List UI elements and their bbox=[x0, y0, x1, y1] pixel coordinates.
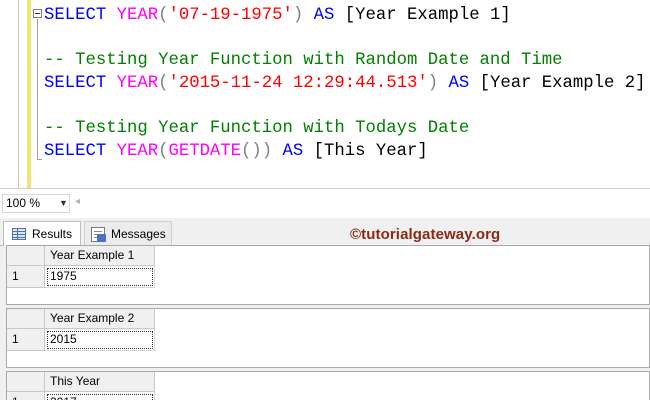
code-token: ()) bbox=[241, 142, 273, 161]
tab-results[interactable]: Results bbox=[3, 221, 81, 246]
result-grid[interactable]: Year Example 1 1 1975 bbox=[6, 245, 650, 305]
row-number-header[interactable] bbox=[7, 246, 45, 266]
code-token: ) bbox=[427, 74, 439, 93]
code-token: AS bbox=[272, 142, 314, 161]
row-number[interactable]: 1 bbox=[7, 392, 45, 400]
code-line-4[interactable]: -- Testing Year Function with Todays Dat… bbox=[44, 118, 469, 140]
code-token: SELECT bbox=[44, 74, 117, 93]
outline-guide bbox=[37, 19, 38, 159]
result-grid[interactable]: This Year 1 2017 bbox=[6, 371, 650, 400]
watermark: ©tutorialgateway.org bbox=[350, 226, 501, 243]
results-pane: Results Messages ©tutorialgateway.org Ye… bbox=[0, 218, 650, 400]
code-token: -- Testing Year Function with Random Dat… bbox=[44, 51, 563, 70]
result-cell[interactable]: 2015 bbox=[45, 329, 155, 351]
zoom-select[interactable]: 100 % ▼ bbox=[2, 194, 70, 213]
results-tabs: Results Messages ©tutorialgateway.org bbox=[0, 218, 650, 246]
editor-gutter bbox=[18, 0, 19, 188]
code-token: YEAR bbox=[116, 6, 159, 25]
code-token: YEAR bbox=[116, 74, 159, 93]
code-token: AS bbox=[438, 74, 480, 93]
row-number-header[interactable] bbox=[7, 372, 45, 392]
column-header[interactable]: Year Example 1 bbox=[45, 246, 155, 266]
code-token: SELECT bbox=[44, 142, 117, 161]
code-token: ( bbox=[158, 74, 169, 93]
query-editor[interactable]: SELECT YEAR('07-19-1975') AS [Year Examp… bbox=[0, 0, 650, 188]
code-token: YEAR bbox=[116, 142, 159, 161]
code-token: ( bbox=[158, 142, 169, 161]
messages-icon bbox=[91, 226, 106, 242]
code-token: ( bbox=[158, 6, 169, 25]
code-token: '2015-11-24 12:29:44.513' bbox=[168, 74, 428, 93]
row-number-header[interactable] bbox=[7, 309, 45, 329]
chevron-down-icon[interactable]: ▼ bbox=[59, 198, 68, 208]
code-token: [This Year] bbox=[313, 142, 428, 161]
tab-results-label: Results bbox=[32, 227, 73, 241]
result-cell[interactable]: 1975 bbox=[45, 266, 155, 288]
code-line-1[interactable]: SELECT YEAR('07-19-1975') AS [Year Examp… bbox=[44, 5, 511, 27]
zoom-value: 100 % bbox=[6, 196, 41, 210]
column-header[interactable]: Year Example 2 bbox=[45, 309, 155, 329]
row-number[interactable]: 1 bbox=[7, 266, 45, 288]
row-number[interactable]: 1 bbox=[7, 329, 45, 351]
change-tracking-bar bbox=[27, 0, 31, 188]
result-cell[interactable]: 2017 bbox=[45, 392, 155, 400]
grid-icon bbox=[12, 228, 26, 240]
scroll-left-icon[interactable]: ◂ bbox=[75, 196, 80, 207]
code-token: AS bbox=[303, 6, 345, 25]
code-token: [Year Example 2] bbox=[479, 74, 646, 93]
code-token: GETDATE bbox=[168, 142, 242, 161]
code-line-5[interactable]: SELECT YEAR(GETDATE()) AS [This Year] bbox=[44, 141, 428, 163]
zoom-toolbar: 100 % ▼ ◂ bbox=[0, 188, 650, 218]
tab-messages-label: Messages bbox=[111, 227, 166, 241]
column-header[interactable]: This Year bbox=[45, 372, 155, 392]
code-line-2[interactable]: -- Testing Year Function with Random Dat… bbox=[44, 50, 563, 72]
collapse-icon[interactable] bbox=[33, 9, 42, 18]
code-token: SELECT bbox=[44, 6, 117, 25]
outline-guide-end bbox=[37, 159, 42, 160]
code-token: [Year Example 1] bbox=[344, 6, 511, 25]
code-token: -- Testing Year Function with Todays Dat… bbox=[44, 119, 470, 138]
result-grid[interactable]: Year Example 2 1 2015 bbox=[6, 308, 650, 368]
code-line-3[interactable]: SELECT YEAR('2015-11-24 12:29:44.513') A… bbox=[44, 73, 646, 95]
code-token: ) bbox=[292, 6, 304, 25]
tab-messages[interactable]: Messages bbox=[84, 221, 172, 246]
code-token: '07-19-1975' bbox=[168, 6, 293, 25]
